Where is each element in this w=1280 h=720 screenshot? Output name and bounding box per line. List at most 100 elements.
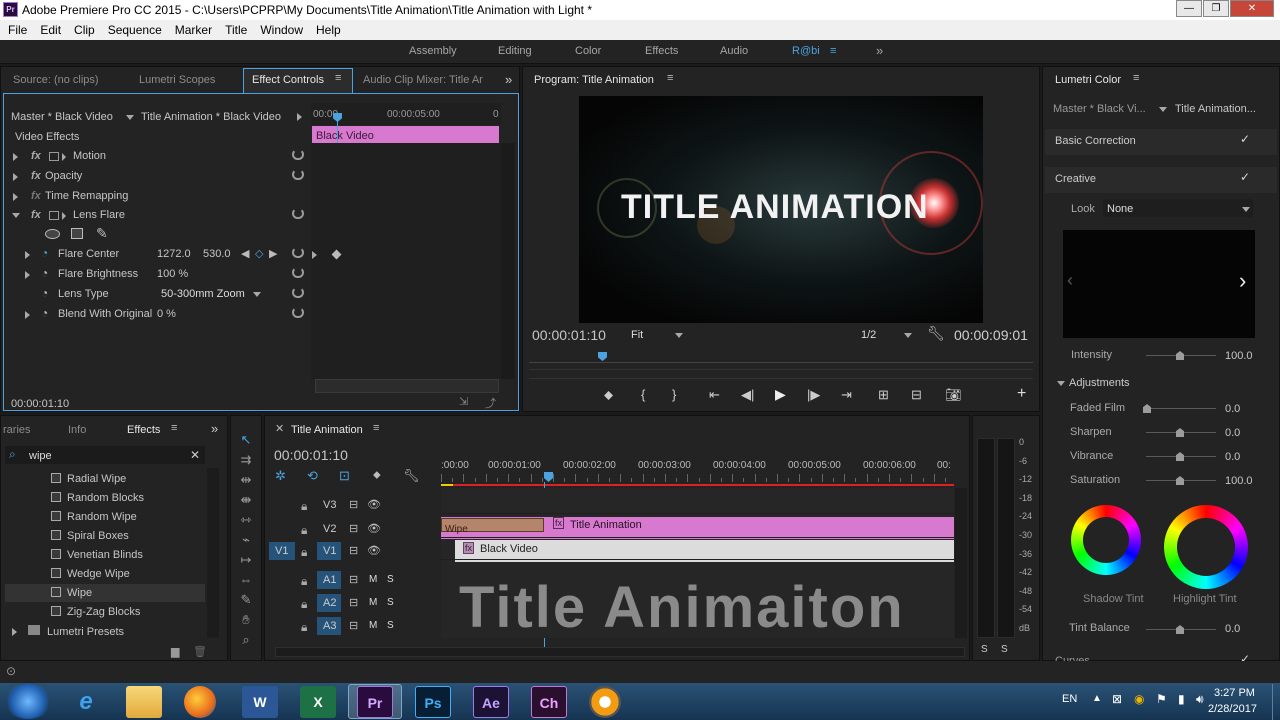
track-sync-icon[interactable]: ⊟ xyxy=(349,573,358,586)
mute-button[interactable]: M xyxy=(369,620,377,631)
ec-timecode[interactable]: 00:00:01:10 xyxy=(11,398,69,410)
program-timecode[interactable]: 00:00:01:10 xyxy=(532,327,606,343)
timeline-playhead-icon[interactable] xyxy=(544,472,553,482)
solo-right-button[interactable]: S xyxy=(1001,644,1008,655)
track-eye-icon[interactable]: 👁︎ xyxy=(367,544,381,557)
lift-icon[interactable]: ⊞ xyxy=(878,387,889,403)
lens-type-dropdown[interactable]: 50-300mm Zoom xyxy=(161,288,245,300)
audio-track-label-A1[interactable]: A1 xyxy=(323,574,336,586)
lumetri-sequence[interactable]: Title Animation... xyxy=(1175,103,1256,115)
flare-center-stopwatch-icon[interactable]: ◔ xyxy=(41,246,48,260)
track-sync-icon[interactable]: ⊟ xyxy=(349,544,358,557)
mark-out-icon[interactable]: } xyxy=(672,387,676,402)
pen-mask-icon[interactable]: ✎ xyxy=(96,225,108,242)
track-lock-icon[interactable]: 🔒︎ xyxy=(301,597,307,612)
program-menu-icon[interactable]: ≡ xyxy=(667,72,673,84)
lumetri-title[interactable]: Lumetri Color xyxy=(1055,74,1121,86)
lumetri-master-dropdown-icon[interactable] xyxy=(1159,107,1167,112)
ie-icon[interactable]: e xyxy=(68,686,104,718)
timeline-vertical-scrollbar[interactable] xyxy=(955,488,967,638)
look-next-icon[interactable]: › xyxy=(1239,268,1246,294)
motion-expand-icon[interactable] xyxy=(13,153,18,161)
motion-transform-icon[interactable] xyxy=(49,152,59,161)
lens-type-reset-icon[interactable] xyxy=(292,287,304,298)
prev-keyframe-icon[interactable]: ◀ xyxy=(241,247,249,260)
tab-source[interactable]: Source: (no clips) xyxy=(13,74,99,86)
tab-menu-icon[interactable]: ≡ xyxy=(335,72,341,84)
track-sync-icon[interactable]: ⊟ xyxy=(349,619,358,632)
menu-clip[interactable]: Clip xyxy=(74,23,95,37)
button-editor-icon[interactable]: + xyxy=(1017,385,1026,403)
menu-help[interactable]: Help xyxy=(316,23,341,37)
signal-icon[interactable]: ▮ xyxy=(1178,692,1185,706)
workspace-effects[interactable]: Effects xyxy=(645,45,678,57)
after-effects-icon[interactable]: Ae xyxy=(473,686,509,718)
workspace-color[interactable]: Color xyxy=(575,45,601,57)
slide-tool-icon[interactable]: ⇔ xyxy=(235,572,257,587)
ellipse-mask-icon[interactable] xyxy=(45,229,60,239)
adjustments-collapse-icon[interactable] xyxy=(1057,381,1065,386)
sharpen-slider-knob[interactable] xyxy=(1176,428,1184,437)
excel-icon[interactable]: X xyxy=(300,686,336,718)
video-track-label-V2[interactable]: V2 xyxy=(323,523,336,535)
effect-time-remapping[interactable]: Time Remapping xyxy=(45,190,128,202)
menu-sequence[interactable]: Sequence xyxy=(108,23,162,37)
marker-icon[interactable]: ⬥ xyxy=(373,469,381,482)
opacity-reset-icon[interactable] xyxy=(292,169,304,180)
start-button-icon[interactable] xyxy=(4,684,52,719)
word-icon[interactable]: W xyxy=(242,686,278,718)
blend-reset-icon[interactable] xyxy=(292,307,304,318)
new-bin-icon[interactable]: ▆ xyxy=(171,645,179,658)
zoom-tool-icon[interactable]: ⌕ xyxy=(235,632,257,648)
motion-fx-icon[interactable]: fx xyxy=(31,150,41,162)
solo-button[interactable]: S xyxy=(387,574,394,585)
menu-marker[interactable]: Marker xyxy=(175,23,212,37)
audio-track-label-A3[interactable]: A3 xyxy=(323,620,336,632)
rectangle-mask-icon[interactable] xyxy=(71,228,83,239)
tab-audio-clip-mixer[interactable]: Audio Clip Mixer: Title Ar xyxy=(363,74,483,86)
effect-item-spiral-boxes[interactable]: Spiral Boxes xyxy=(67,530,129,542)
add-keyframe-icon[interactable]: ◇ xyxy=(255,247,263,260)
menu-file[interactable]: File xyxy=(8,23,27,37)
volume-icon[interactable]: 🔊︎ xyxy=(1196,692,1204,707)
program-zoom-bar[interactable] xyxy=(529,369,1033,379)
action-center-icon[interactable]: ⚑ xyxy=(1156,692,1167,706)
razor-tool-icon[interactable]: ⌁ xyxy=(235,532,257,548)
fit-dropdown-icon[interactable] xyxy=(675,333,683,338)
lens-type-dropdown-icon[interactable] xyxy=(253,292,261,297)
workspace-audio[interactable]: Audio xyxy=(720,45,748,57)
sequence-clip-label[interactable]: Title Animation * Black Video xyxy=(141,111,281,123)
lens-flare-transform-icon[interactable] xyxy=(49,211,59,220)
effect-opacity[interactable]: Opacity xyxy=(45,170,82,182)
effect-item-venetian-blinds[interactable]: Venetian Blinds xyxy=(67,549,143,561)
basic-correction-label[interactable]: Basic Correction xyxy=(1055,135,1136,147)
faded-film-slider[interactable] xyxy=(1146,408,1216,409)
audio-track-label-A2[interactable]: A2 xyxy=(323,597,336,609)
saturation-value[interactable]: 100.0 xyxy=(1225,475,1253,487)
highlight-tint-wheel[interactable] xyxy=(1164,505,1248,589)
track-sync-icon[interactable]: ⊟ xyxy=(349,522,358,535)
time-remap-expand-icon[interactable] xyxy=(13,193,18,201)
tint-balance-knob[interactable] xyxy=(1176,625,1184,634)
extract-icon[interactable]: ⊟ xyxy=(911,387,922,403)
menu-title[interactable]: Title xyxy=(225,23,247,37)
shadow-tint-wheel[interactable] xyxy=(1071,505,1141,575)
show-desktop-button[interactable] xyxy=(1272,684,1280,720)
video-track-label-V1[interactable]: V1 xyxy=(323,545,336,557)
creative-checkbox[interactable]: ✓ xyxy=(1240,170,1250,184)
workspace-assembly[interactable]: Assembly xyxy=(409,45,457,57)
effect-item-random-wipe[interactable]: Random Wipe xyxy=(67,511,137,523)
slip-tool-icon[interactable]: ↦ xyxy=(235,552,257,568)
track-lock-icon[interactable]: 🔒︎ xyxy=(301,620,307,635)
opacity-fx-icon[interactable]: fx xyxy=(31,170,41,182)
export-frame-icon[interactable]: 📷︎ xyxy=(945,387,962,403)
track-lock-icon[interactable]: 🔒︎ xyxy=(301,523,307,538)
effects-overflow-icon[interactable]: » xyxy=(211,421,218,436)
track-lock-icon[interactable]: 🔒︎ xyxy=(301,574,307,589)
solo-button[interactable]: S xyxy=(387,597,394,608)
effect-motion[interactable]: Motion xyxy=(73,150,106,162)
next-keyframe-icon[interactable]: ▶ xyxy=(269,247,277,260)
blend-value[interactable]: 0 % xyxy=(157,308,176,320)
look-prev-icon[interactable]: ‹ xyxy=(1067,270,1073,291)
sequence-menu-icon[interactable]: ≡ xyxy=(373,422,379,434)
